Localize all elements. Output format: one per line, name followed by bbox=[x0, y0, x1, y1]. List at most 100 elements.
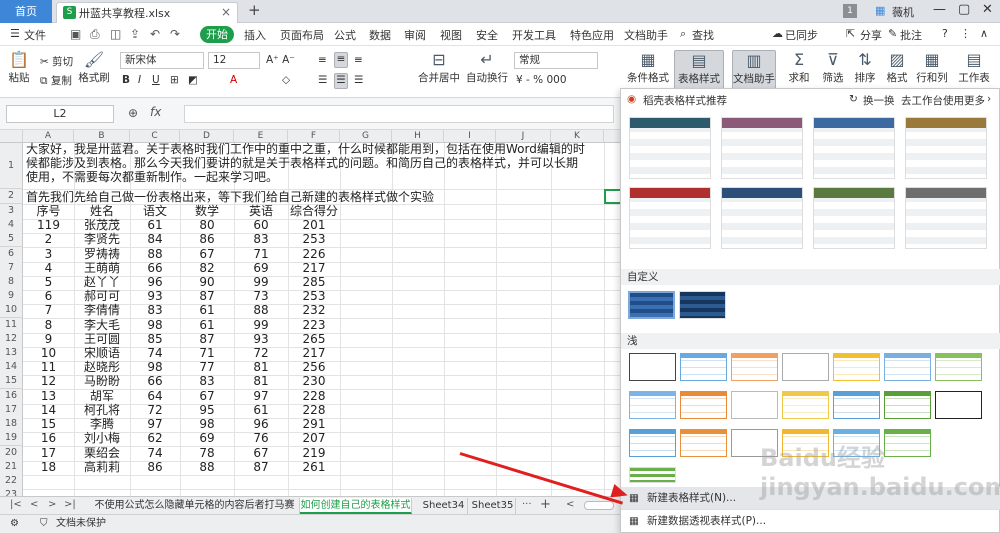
table-cell[interactable]: 李贤先 bbox=[74, 232, 130, 246]
row-header[interactable]: 23 bbox=[0, 488, 23, 496]
light-style[interactable] bbox=[782, 391, 829, 419]
paste-button[interactable]: 📋 粘贴 bbox=[6, 50, 32, 85]
conditional-format-button[interactable]: ▦ 条件格式 bbox=[626, 50, 670, 85]
table-cell[interactable]: 228 bbox=[288, 389, 340, 403]
row-header[interactable]: 7 bbox=[0, 261, 23, 276]
row-header[interactable]: 22 bbox=[0, 474, 23, 489]
table-cell[interactable]: 李倩倩 bbox=[74, 303, 130, 317]
table-cell[interactable]: 14 bbox=[23, 403, 74, 417]
table-cell[interactable]: 9 bbox=[23, 332, 74, 346]
row-header[interactable]: 5 bbox=[0, 232, 23, 247]
italic-icon[interactable]: I bbox=[138, 74, 141, 86]
table-cell[interactable]: 119 bbox=[23, 218, 74, 232]
menu-search[interactable]: 查找 bbox=[692, 27, 714, 43]
table-cell[interactable]: 3 bbox=[23, 247, 74, 261]
light-style[interactable] bbox=[629, 353, 676, 381]
table-cell[interactable]: 李大毛 bbox=[74, 318, 130, 332]
underline-icon[interactable]: U bbox=[152, 74, 160, 86]
table-cell[interactable]: 16 bbox=[23, 431, 74, 445]
light-style[interactable] bbox=[884, 353, 931, 381]
light-style[interactable] bbox=[731, 391, 778, 419]
light-style[interactable] bbox=[935, 391, 982, 419]
align-middle-icon[interactable]: ≡ bbox=[334, 52, 348, 68]
table-cell[interactable]: 96 bbox=[234, 417, 288, 431]
row-header[interactable]: 13 bbox=[0, 346, 23, 361]
table-cell[interactable]: 217 bbox=[288, 346, 340, 360]
table-cell[interactable]: 7 bbox=[23, 303, 74, 317]
table-cell[interactable]: 11 bbox=[23, 360, 74, 374]
menu-file[interactable]: 文件 bbox=[24, 27, 46, 43]
more-sheets-icon[interactable]: ··· bbox=[522, 499, 532, 510]
light-style[interactable] bbox=[680, 391, 727, 419]
intro-text[interactable]: 大家好，我是卅蓝君。关于表格时我们工作中的重中之重，什么时候都能用到，包括在使用… bbox=[26, 142, 586, 184]
new-pivot-style-item[interactable]: ▦ 新建数据透视表样式(P)... bbox=[621, 509, 1000, 531]
font-grow-icon[interactable]: A⁺ A⁻ bbox=[266, 54, 295, 66]
recommended-style[interactable] bbox=[629, 117, 711, 179]
tab-file[interactable]: S 卅蓝共享教程.xlsx × bbox=[56, 2, 238, 23]
table-cell[interactable]: 69 bbox=[234, 261, 288, 275]
row-header[interactable]: 14 bbox=[0, 360, 23, 375]
table-cell[interactable]: 88 bbox=[234, 303, 288, 317]
sheet-tab-34[interactable]: Sheet34 bbox=[420, 498, 468, 514]
align-right-icon[interactable]: ☰ bbox=[354, 74, 363, 86]
table-cell[interactable]: 13 bbox=[23, 389, 74, 403]
search-icon[interactable]: ⌕ bbox=[680, 27, 686, 41]
table-header-cell[interactable]: 英语 bbox=[234, 204, 288, 218]
custom-style-2[interactable] bbox=[679, 291, 726, 319]
table-header-cell[interactable]: 姓名 bbox=[74, 204, 130, 218]
settings-icon[interactable]: ⚙ bbox=[10, 515, 19, 533]
table-cell[interactable]: 宋顺语 bbox=[74, 346, 130, 360]
table-cell[interactable]: 胡军 bbox=[74, 389, 130, 403]
corner-select-all[interactable] bbox=[0, 130, 23, 143]
table-cell[interactable]: 高莉莉 bbox=[74, 460, 130, 474]
table-cell[interactable]: 86 bbox=[130, 460, 180, 474]
col-header-l[interactable] bbox=[604, 130, 620, 143]
tab-home[interactable]: 首页 bbox=[0, 0, 52, 23]
table-cell[interactable]: 223 bbox=[288, 318, 340, 332]
copy-button[interactable]: ⧉ 复制 bbox=[40, 73, 72, 88]
align-top-icon[interactable]: ≡ bbox=[318, 54, 327, 66]
table-cell[interactable]: 95 bbox=[180, 403, 234, 417]
table-cell[interactable]: 98 bbox=[180, 417, 234, 431]
table-header-cell[interactable]: 数学 bbox=[180, 204, 234, 218]
recommended-style[interactable] bbox=[629, 187, 711, 249]
table-cell[interactable]: 10 bbox=[23, 346, 74, 360]
table-cell[interactable]: 87 bbox=[180, 289, 234, 303]
recommended-style[interactable] bbox=[721, 117, 803, 179]
menu-formula[interactable]: 公式 bbox=[334, 27, 356, 43]
close-tab-icon[interactable]: × bbox=[221, 5, 231, 19]
table-cell[interactable]: 253 bbox=[288, 232, 340, 246]
currency-icon[interactable]: ¥ - % 000 bbox=[516, 74, 567, 86]
formula-input[interactable] bbox=[184, 105, 614, 123]
row-header[interactable]: 21 bbox=[0, 460, 23, 475]
row-header[interactable]: 15 bbox=[0, 374, 23, 389]
redo-icon[interactable]: ↷ bbox=[170, 27, 180, 41]
table-cell[interactable]: 87 bbox=[180, 332, 234, 346]
table-cell[interactable]: 8 bbox=[23, 318, 74, 332]
align-center-icon[interactable]: ☰ bbox=[334, 73, 348, 89]
table-cell[interactable]: 5 bbox=[23, 275, 74, 289]
table-cell[interactable]: 86 bbox=[180, 232, 234, 246]
light-style[interactable] bbox=[884, 391, 931, 419]
table-cell[interactable]: 栗绍会 bbox=[74, 446, 130, 460]
table-cell[interactable]: 郝可可 bbox=[74, 289, 130, 303]
custom-style-1[interactable] bbox=[628, 291, 675, 319]
new-tab-icon[interactable]: + bbox=[248, 1, 261, 19]
table-cell[interactable]: 李腾 bbox=[74, 417, 130, 431]
table-cell[interactable]: 87 bbox=[234, 460, 288, 474]
table-cell[interactable]: 207 bbox=[288, 431, 340, 445]
table-cell[interactable]: 73 bbox=[234, 289, 288, 303]
table-cell[interactable]: 74 bbox=[130, 446, 180, 460]
table-cell[interactable]: 93 bbox=[130, 289, 180, 303]
table-cell[interactable]: 82 bbox=[180, 261, 234, 275]
bold-icon[interactable]: B bbox=[122, 74, 130, 86]
menu-doc-helper[interactable]: 文档助手 bbox=[624, 27, 668, 43]
table-cell[interactable]: 12 bbox=[23, 374, 74, 388]
scroll-left-icon[interactable]: < bbox=[566, 499, 574, 510]
menu-icon[interactable]: ☰ bbox=[10, 27, 20, 40]
table-cell[interactable]: 61 bbox=[180, 318, 234, 332]
recommended-style[interactable] bbox=[905, 117, 987, 179]
table-cell[interactable]: 刘小梅 bbox=[74, 431, 130, 445]
account-icon[interactable]: ▦ bbox=[875, 4, 885, 17]
table-cell[interactable]: 285 bbox=[288, 275, 340, 289]
